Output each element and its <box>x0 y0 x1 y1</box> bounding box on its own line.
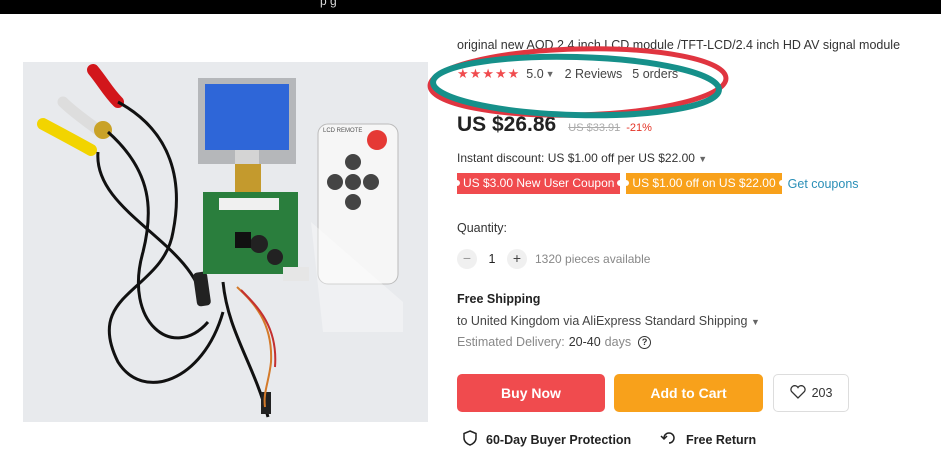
remote-label: LCD REMOTE <box>323 128 362 134</box>
buy-now-button[interactable]: Buy Now <box>457 374 605 412</box>
rating-stars: ★★★★★ <box>457 66 521 81</box>
quantity-label: Quantity: <box>457 221 508 235</box>
original-price: US $33.91 <box>568 122 621 134</box>
product-image[interactable]: LCD REMOTE <box>23 62 428 422</box>
pieces-available: 1320 pieces available <box>535 252 651 266</box>
heart-icon <box>789 384 806 402</box>
shipping-destination-text: to United Kingdom via AliExpress Standar… <box>457 314 748 328</box>
quantity-stepper: − 1 + 1320 pieces available <box>457 249 650 269</box>
add-to-cart-button[interactable]: Add to Cart <box>614 374 763 412</box>
shipping-destination[interactable]: to United Kingdom via AliExpress Standar… <box>457 314 760 328</box>
reviews-link[interactable]: 2 Reviews <box>565 67 623 81</box>
price-row: US $26.86 US $33.91 -21% <box>457 113 652 137</box>
decrease-quantity-button[interactable]: − <box>457 249 477 269</box>
wishlist-button[interactable]: 203 <box>773 374 849 412</box>
top-bar-text: p g <box>320 0 337 8</box>
annotation-red-ellipse <box>427 46 729 118</box>
free-return: Free Return <box>660 430 756 449</box>
rating-row: ★★★★★ 5.0 ▼ 2 Reviews 5 orders <box>457 66 678 82</box>
return-icon <box>660 430 678 449</box>
new-user-coupon[interactable]: US $3.00 New User Coupon <box>453 173 624 194</box>
estimated-delivery-unit: days <box>604 335 632 349</box>
get-coupons-link[interactable]: Get coupons <box>788 177 859 191</box>
coupon-row: US $3.00 New User Coupon US $1.00 off on… <box>453 173 859 194</box>
estimated-delivery-label: Estimated Delivery: <box>457 335 565 349</box>
increase-quantity-button[interactable]: + <box>507 249 527 269</box>
estimated-delivery: Estimated Delivery: 20-40 days ? <box>457 335 652 349</box>
shield-icon <box>462 430 478 449</box>
buyer-protection: 60-Day Buyer Protection <box>462 430 631 449</box>
buyer-protection-text: 60-Day Buyer Protection <box>486 432 632 447</box>
product-title: original new AOD 2.4 inch LCD module /TF… <box>457 38 901 52</box>
estimated-delivery-value: 20-40 <box>568 335 601 349</box>
store-coupon[interactable]: US $1.00 off on US $22.00 <box>623 173 785 194</box>
current-price: US $26.86 <box>457 113 557 136</box>
instant-discount-text: Instant discount: US $1.00 off per US $2… <box>457 151 695 165</box>
chevron-down-icon: ▼ <box>698 154 708 164</box>
instant-discount[interactable]: Instant discount: US $1.00 off per US $2… <box>457 151 707 165</box>
chevron-down-icon: ▼ <box>750 317 760 327</box>
annotation-teal-ellipse <box>430 53 722 119</box>
orders-count: 5 orders <box>632 67 679 81</box>
discount-percent: -21% <box>626 122 652 134</box>
quantity-value[interactable]: 1 <box>477 252 507 266</box>
rating-value: 5.0 <box>526 67 544 81</box>
wishlist-count: 203 <box>811 386 833 400</box>
top-bar: p g <box>0 0 941 14</box>
free-return-text: Free Return <box>686 432 757 447</box>
chevron-down-icon[interactable]: ▼ <box>546 69 555 79</box>
help-icon[interactable]: ? <box>638 335 652 349</box>
shipping-title: Free Shipping <box>457 292 541 306</box>
